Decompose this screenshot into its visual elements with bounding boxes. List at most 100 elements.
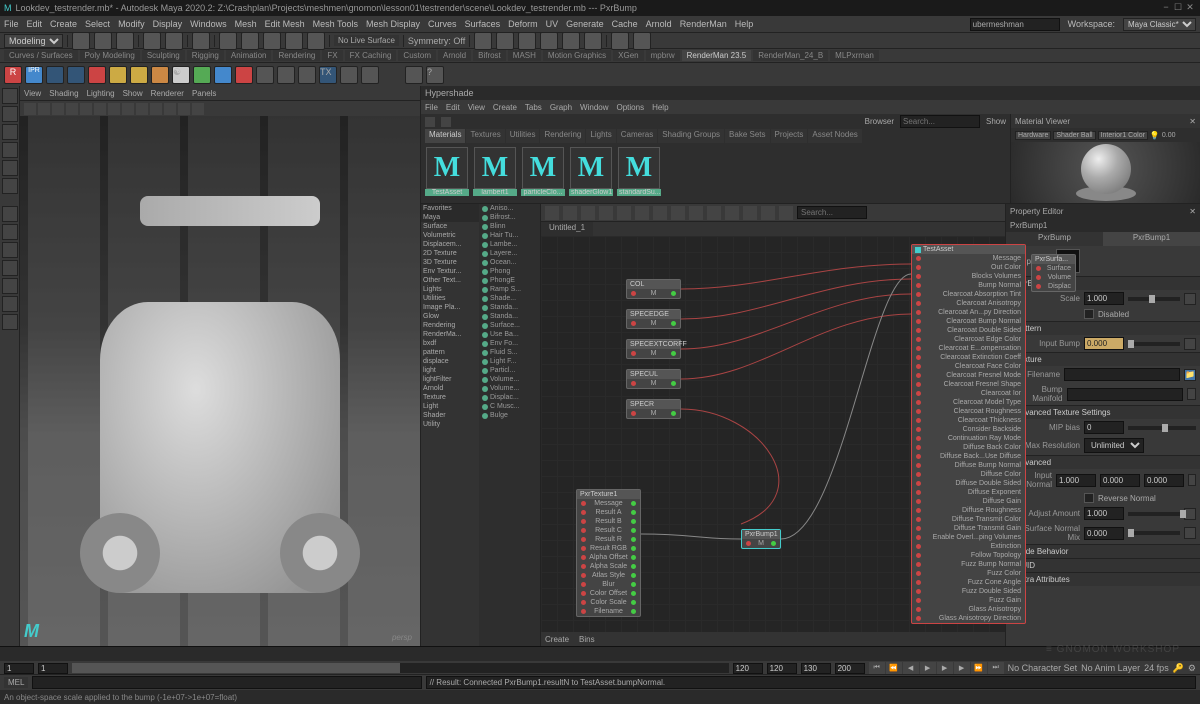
browser-tab-shadinggroups[interactable]: Shading Groups bbox=[658, 129, 724, 143]
time-ruler[interactable] bbox=[0, 647, 1200, 661]
menu-generate[interactable]: Generate bbox=[566, 19, 604, 29]
create-node-list[interactable]: Aniso...Bifrost...BlinnHair Tu...Lambe..… bbox=[479, 204, 540, 646]
inputbump-slider[interactable] bbox=[1128, 342, 1180, 346]
tree-item[interactable]: RenderMa... bbox=[421, 330, 479, 339]
list-item[interactable]: Bulge bbox=[479, 411, 540, 420]
undo-icon[interactable] bbox=[143, 32, 161, 50]
snap-plane-icon[interactable] bbox=[285, 32, 303, 50]
browser-tab-projects[interactable]: Projects bbox=[771, 129, 808, 143]
browser-tab-rendering[interactable]: Rendering bbox=[540, 129, 585, 143]
history-icon[interactable] bbox=[496, 32, 514, 50]
vp-tool-icon[interactable] bbox=[66, 103, 78, 115]
shelf-icon-9[interactable]: ☯ bbox=[172, 66, 190, 84]
shelf-icon-19[interactable] bbox=[405, 66, 423, 84]
tree-item[interactable]: Surface bbox=[421, 222, 479, 231]
menu-modify[interactable]: Modify bbox=[118, 19, 145, 29]
vp-tool-icon[interactable] bbox=[38, 103, 50, 115]
vp-menu-shading[interactable]: Shading bbox=[49, 89, 78, 98]
render-settings-icon[interactable] bbox=[562, 32, 580, 50]
vp-tool-icon[interactable] bbox=[80, 103, 92, 115]
vp-menu-lighting[interactable]: Lighting bbox=[87, 89, 115, 98]
section-pattern[interactable]: Pattern bbox=[1006, 322, 1200, 335]
hs-menu-file[interactable]: File bbox=[425, 103, 438, 112]
menu-curves[interactable]: Curves bbox=[428, 19, 457, 29]
material-swatch[interactable]: MstandardSu... bbox=[617, 147, 661, 199]
hs-menu-help[interactable]: Help bbox=[652, 103, 668, 112]
script-language-label[interactable]: MEL bbox=[4, 677, 28, 688]
menu-editmesh[interactable]: Edit Mesh bbox=[265, 19, 305, 29]
tree-item[interactable]: Arnold bbox=[421, 384, 479, 393]
browser-show-button[interactable]: Show bbox=[986, 117, 1006, 126]
graph-tool-icon[interactable] bbox=[779, 206, 793, 220]
list-item[interactable]: Blinn bbox=[479, 222, 540, 231]
shelf-icon-8[interactable] bbox=[151, 66, 169, 84]
browser-tab-assetnodes[interactable]: Asset Nodes bbox=[808, 129, 861, 143]
map-button[interactable] bbox=[1184, 338, 1196, 350]
rotate-tool[interactable] bbox=[2, 160, 18, 176]
section-uuid[interactable]: UUID bbox=[1006, 559, 1200, 572]
menu-renderman[interactable]: RenderMan bbox=[680, 19, 727, 29]
shelf-tab-arnold[interactable]: Arnold bbox=[438, 50, 471, 61]
shelf-tab-rigging[interactable]: Rigging bbox=[187, 50, 224, 61]
tree-item[interactable]: Utility bbox=[421, 420, 479, 429]
adjustamount-field[interactable] bbox=[1084, 507, 1124, 520]
tree-item[interactable]: 3D Texture bbox=[421, 258, 479, 267]
graph-tool-icon[interactable] bbox=[689, 206, 703, 220]
browser-tab-textures[interactable]: Textures bbox=[466, 129, 504, 143]
shelf-tab-mlpxrman[interactable]: MLPxrman bbox=[830, 50, 879, 61]
select-by-name-icon[interactable] bbox=[192, 32, 210, 50]
graph-tool-icon[interactable] bbox=[617, 206, 631, 220]
map-button[interactable] bbox=[1184, 293, 1196, 305]
prefs-button[interactable]: ⚙ bbox=[1188, 663, 1196, 674]
range-slider[interactable] bbox=[72, 663, 729, 673]
next-key-button[interactable]: ▶ bbox=[954, 662, 970, 674]
range-val-2[interactable] bbox=[835, 663, 865, 674]
vp-tool-icon[interactable] bbox=[52, 103, 64, 115]
tree-item[interactable]: 2D Texture bbox=[421, 249, 479, 258]
section-nodebehavior[interactable]: Node Behavior bbox=[1006, 545, 1200, 558]
list-item[interactable]: Hair Tu... bbox=[479, 231, 540, 240]
range-val-1[interactable] bbox=[801, 663, 831, 674]
list-item[interactable]: Use Ba... bbox=[479, 330, 540, 339]
list-item[interactable]: Lambe... bbox=[479, 240, 540, 249]
list-item[interactable]: Env Fo... bbox=[479, 339, 540, 348]
component-icon[interactable] bbox=[474, 32, 492, 50]
layout-persp-icon[interactable] bbox=[2, 242, 18, 258]
shelf-icon-18[interactable] bbox=[361, 66, 379, 84]
tree-item[interactable]: Light bbox=[421, 402, 479, 411]
select-tool[interactable] bbox=[2, 88, 18, 104]
inputnormal-x[interactable] bbox=[1056, 474, 1096, 487]
shelf-tab-fx[interactable]: FX bbox=[322, 50, 342, 61]
rewind-button[interactable]: ⏮ bbox=[869, 662, 885, 674]
surfacenormalmix-field[interactable] bbox=[1084, 527, 1124, 540]
list-item[interactable]: Ocean... bbox=[479, 258, 540, 267]
save-scene-icon[interactable] bbox=[116, 32, 134, 50]
tree-item[interactable]: Maya bbox=[421, 213, 479, 222]
shelf-tab-animation[interactable]: Animation bbox=[226, 50, 272, 61]
mv-env-select[interactable]: Interior1 Color bbox=[1098, 131, 1148, 140]
bins-label[interactable]: Bins bbox=[579, 635, 595, 644]
hs-menu-create[interactable]: Create bbox=[493, 103, 517, 112]
open-scene-icon[interactable] bbox=[94, 32, 112, 50]
browser-tab-materials[interactable]: Materials bbox=[425, 129, 465, 143]
shelf-r-icon[interactable]: R bbox=[4, 66, 22, 84]
layout-hypershade-icon[interactable] bbox=[2, 296, 18, 312]
tree-item[interactable]: Rendering bbox=[421, 321, 479, 330]
pe-close-icon[interactable]: ✕ bbox=[1189, 207, 1196, 216]
sidebar-input[interactable] bbox=[970, 18, 1060, 31]
vp-tool-icon[interactable] bbox=[178, 103, 190, 115]
shelf-icon-3[interactable] bbox=[46, 66, 64, 84]
shelf-icon-16[interactable]: TX bbox=[319, 66, 337, 84]
layout-2-icon[interactable] bbox=[633, 32, 651, 50]
tree-item[interactable]: Texture bbox=[421, 393, 479, 402]
shelf-icon-12[interactable] bbox=[235, 66, 253, 84]
surfacenormalmix-slider[interactable] bbox=[1128, 531, 1180, 535]
graph-tool-icon[interactable] bbox=[671, 206, 685, 220]
list-item[interactable]: Volume... bbox=[479, 384, 540, 393]
shelf-tab-curves[interactable]: Curves / Surfaces bbox=[4, 50, 78, 61]
mv-close-icon[interactable]: ✕ bbox=[1189, 117, 1196, 126]
graph-tab-untitled[interactable]: Untitled_1 bbox=[541, 222, 593, 236]
vp-menu-view[interactable]: View bbox=[24, 89, 41, 98]
menu-cache[interactable]: Cache bbox=[612, 19, 638, 29]
browser-nav-icon[interactable] bbox=[425, 117, 435, 127]
